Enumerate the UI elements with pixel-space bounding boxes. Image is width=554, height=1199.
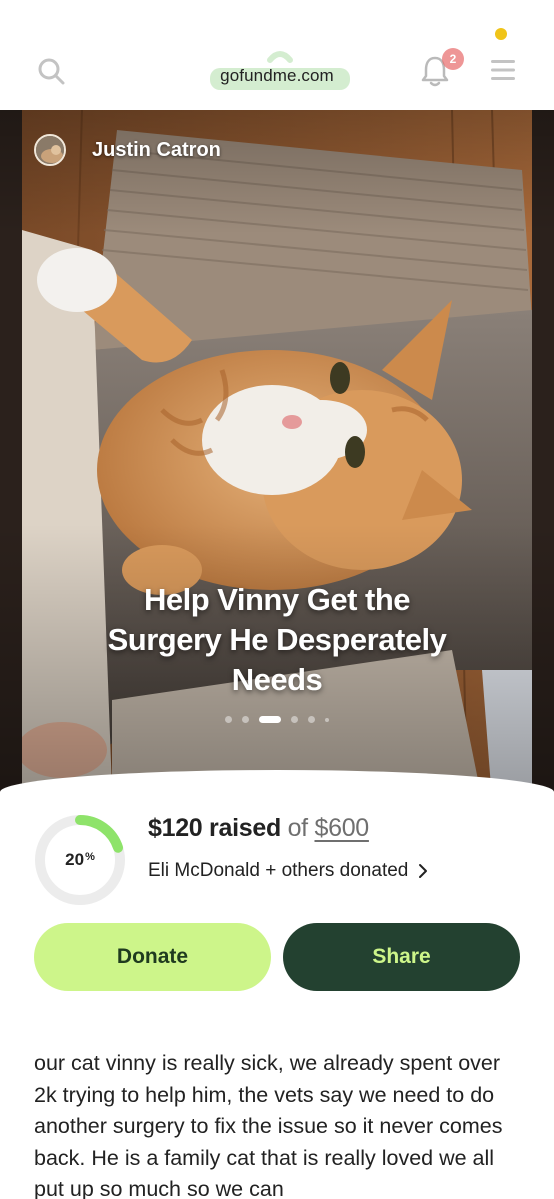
carousel-dot[interactable] bbox=[225, 716, 232, 723]
notification-badge: 2 bbox=[442, 48, 464, 70]
carousel-dot-active[interactable] bbox=[259, 716, 281, 723]
carousel-dot[interactable] bbox=[325, 717, 329, 722]
raised-amount: $120 raised bbox=[148, 814, 281, 842]
menu-icon[interactable] bbox=[490, 58, 516, 82]
amount-raised: $120 raised of $600 bbox=[148, 814, 369, 843]
carousel-dot[interactable] bbox=[308, 716, 315, 723]
url-text[interactable]: gofundme.com bbox=[0, 66, 554, 86]
campaign-story: our cat vinny is really sick, we already… bbox=[34, 1051, 503, 1199]
donate-button[interactable]: Donate bbox=[34, 923, 271, 991]
donors-link[interactable]: Eli McDonald + others donated bbox=[148, 860, 428, 882]
campaign-hero[interactable]: Justin Catron Help Vinny Get the Surgery… bbox=[0, 110, 554, 800]
carousel-dots[interactable] bbox=[0, 716, 554, 723]
raised-of: of bbox=[287, 814, 309, 842]
chevron-right-icon bbox=[419, 864, 428, 878]
carousel-dot[interactable] bbox=[242, 716, 249, 723]
campaign-title: Help Vinny Get the Surgery He Desperatel… bbox=[107, 582, 447, 697]
carousel-dot[interactable] bbox=[291, 716, 298, 723]
goal-amount[interactable]: $600 bbox=[314, 814, 369, 842]
share-button[interactable]: Share bbox=[283, 923, 520, 991]
progress-percent: 20% bbox=[34, 814, 126, 906]
progress-percent-value: 20 bbox=[65, 850, 85, 869]
browser-top-bar: gofundme.com 2 bbox=[0, 0, 554, 110]
progress-percent-suffix: % bbox=[85, 851, 95, 863]
organizer-avatar[interactable] bbox=[34, 134, 66, 166]
donors-text: Eli McDonald + others donated bbox=[148, 860, 409, 881]
status-dot bbox=[495, 28, 507, 40]
organizer-name[interactable]: Justin Catron bbox=[92, 139, 221, 162]
